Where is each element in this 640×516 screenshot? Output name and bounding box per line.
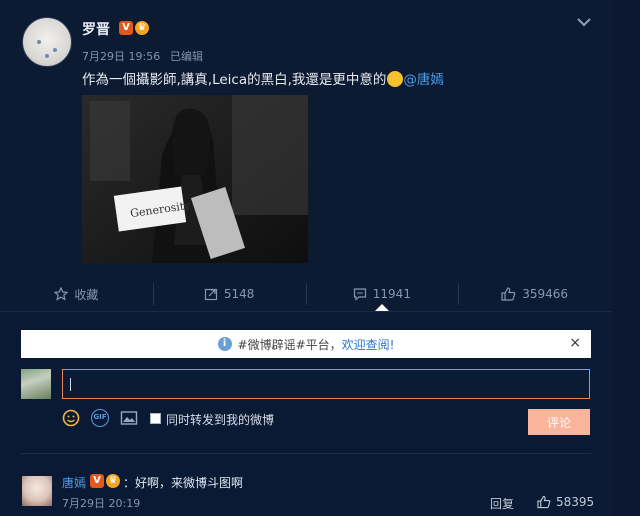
close-icon[interactable]: × <box>569 336 581 350</box>
like-count: 359466 <box>522 287 569 301</box>
comment-text: ：好啊，来微博斗图啊 <box>123 476 244 490</box>
post-text: 作為一個攝影師,講真,Leica的黑白,我還是更中意的 @唐嫣 <box>82 68 444 88</box>
commenter-name[interactable]: 唐嫣 <box>62 474 86 491</box>
also-repost-label[interactable]: 同时转发到我的微博 <box>166 411 274 428</box>
star-icon <box>54 287 69 301</box>
thumbs-up-icon[interactable] <box>537 495 551 509</box>
gif-icon[interactable]: GIF <box>91 409 109 427</box>
edited-label[interactable]: 已编辑 <box>170 48 203 64</box>
author-avatar[interactable] <box>22 17 72 67</box>
favorite-button[interactable]: 收藏 <box>0 276 153 312</box>
scrollbar-track[interactable] <box>612 0 640 516</box>
info-icon: i <box>217 337 232 351</box>
submit-comment-button[interactable]: 评论 <box>528 409 590 435</box>
divider <box>21 453 591 454</box>
reply-button[interactable]: 回复 <box>490 495 514 512</box>
notice-text: #微博辟谣#平台， <box>237 337 342 352</box>
repost-icon <box>204 288 217 301</box>
comment-input[interactable] <box>62 369 590 399</box>
my-avatar[interactable] <box>21 369 51 399</box>
text-caret <box>70 378 71 391</box>
repost-count: 5148 <box>223 287 255 301</box>
commenter-avatar[interactable] <box>22 476 52 506</box>
thumbs-up-icon <box>501 287 516 301</box>
gif-label: GIF <box>93 413 107 421</box>
comment-icon <box>353 288 366 301</box>
comment-like-count: 58395 <box>556 495 595 509</box>
favorite-label: 收藏 <box>74 287 99 302</box>
verified-v-icon: V <box>90 474 104 488</box>
post-text-body: 作為一個攝影師,講真,Leica的黑白,我還是更中意的 <box>82 72 387 88</box>
member-crown-icon: ♛ <box>106 474 120 488</box>
comment-time: 7月29日 20:19 <box>62 497 141 510</box>
notice-link[interactable]: 欢迎查阅! <box>342 336 395 353</box>
also-repost-checkbox[interactable] <box>150 413 161 424</box>
verified-v-icon: V <box>119 21 133 35</box>
post-time[interactable]: 7月29日 19:56 <box>82 48 160 64</box>
repost-button[interactable]: 5148 <box>152 276 306 312</box>
emoji-icon <box>387 71 404 87</box>
comment-count: 11941 <box>372 287 411 301</box>
post-actions-bar: 收藏 5148 11941 359466 <box>0 276 611 312</box>
emoji-picker-icon[interactable] <box>62 409 80 427</box>
comment-button[interactable]: 11941 <box>305 276 459 312</box>
post-photo[interactable]: Generosity <box>82 95 308 263</box>
comment-section: i #微博辟谣#平台， 欢迎查阅! × GIF 同时转发到我的微博 评论 唐嫣 … <box>0 313 611 516</box>
photo-image <box>82 95 308 263</box>
weibo-post-card: 罗晋 V ♛ 7月29日 19:56 已编辑 作為一個攝影師,講真,Leica的… <box>0 0 640 312</box>
image-upload-icon[interactable] <box>120 409 138 427</box>
like-button[interactable]: 359466 <box>458 276 611 312</box>
chevron-down-icon[interactable] <box>574 14 594 30</box>
mention-link[interactable]: @唐嫣 <box>403 72 444 88</box>
author-name[interactable]: 罗晋 <box>82 19 110 39</box>
member-crown-icon: ♛ <box>135 21 149 35</box>
rumor-notice-banner: i #微博辟谣#平台， 欢迎查阅! × <box>21 330 591 358</box>
